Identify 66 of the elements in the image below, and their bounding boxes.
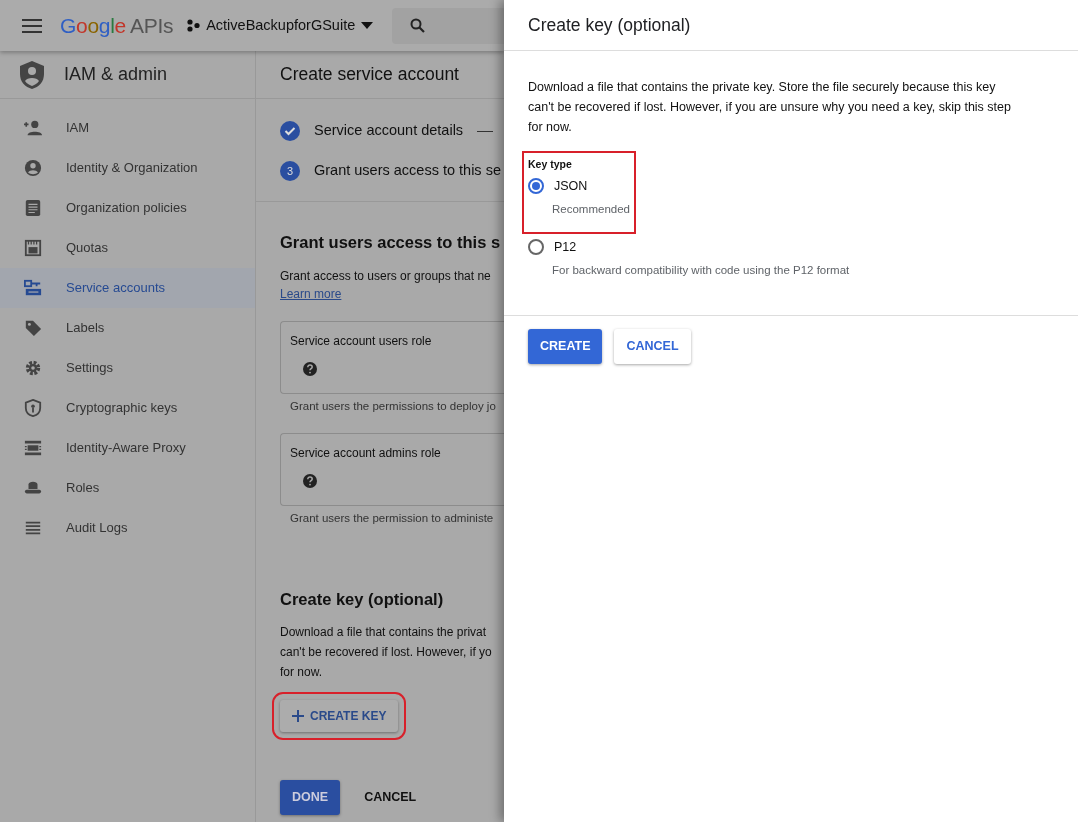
shield-key-icon [24,399,42,417]
radio-button[interactable] [528,178,544,195]
tag-icon [24,319,42,337]
account-circle-icon [24,159,42,177]
gauge-box-icon [24,239,42,257]
sidebar-item[interactable]: Service accounts [0,268,255,308]
field-label: Service account users role [290,332,433,350]
help-icon[interactable] [303,361,317,376]
description-line: Download a file that contains the privat [280,625,487,639]
cancel-button[interactable]: CANCEL [614,328,691,364]
caret-icon [361,22,374,29]
field-hint: Grant users the permission to administe [289,511,495,526]
document-icon [24,199,42,217]
logo-brand-text: Google [60,12,126,39]
role-field[interactable]: Service account admins role [280,433,504,506]
sidebar-item[interactable]: Quotas [0,228,255,268]
radio-option[interactable]: P12 [528,237,1038,257]
description-line: for now. [280,665,323,679]
key-card-icon [24,279,42,297]
field-label: Key type [528,157,573,172]
step-number: 3 [280,161,300,181]
radio-button[interactable] [528,239,544,256]
section-heading: Grant users access to this s [280,232,501,253]
option-hint: Recommended [551,201,630,217]
search-icon [410,18,425,33]
cancel-button[interactable]: CANCEL [364,780,417,815]
check-circle-icon [280,121,300,141]
sidebar-title: IAM & admin [64,63,168,86]
plus-icon [292,710,304,722]
panel-title: Create key (optional) [528,13,691,37]
project-dots-icon [187,19,201,32]
sidebar-item[interactable]: Audit Logs [0,508,255,548]
panel-description: Download a file that contains the private key. Store the file securely because this key can't be recovered if lost. However, if you are unsure why you need a key, skip this step for now. [528,79,1012,136]
sidebar-item[interactable]: Identity & Organization [0,148,255,188]
sidebar-item[interactable]: Cryptographic keys [0,388,255,428]
section-heading: Create key (optional) [280,589,444,611]
project-name: ActiveBackupforGSuite [206,15,356,35]
sidebar-item[interactable]: Labels [0,308,255,348]
step-label: Service account details [314,121,464,141]
sidebar-item[interactable]: Settings [0,348,255,388]
description-line: can't be recovered if lost. However, if yo [280,645,492,659]
menu-icon[interactable] [22,18,42,33]
sidebar-item[interactable]: Roles [0,468,255,508]
logo-product-text: APIs [130,12,174,39]
search-field[interactable] [392,7,504,44]
proxy-icon [24,439,42,457]
list-icon [24,519,42,537]
settings-icon [24,359,42,377]
help-icon[interactable] [303,474,317,488]
page-title: Create service account [280,63,459,87]
radio-option[interactable]: JSON [528,176,630,196]
field-label: Service account admins role [290,445,442,462]
done-button[interactable]: DONE [280,780,341,815]
person-add-icon [24,119,42,137]
sidebar-item[interactable]: Organization policies [0,188,255,228]
option-hint: For backward compatibility with code using the P12 format [551,262,851,278]
create-button[interactable]: CREATE [528,328,603,364]
project-selector[interactable]: ActiveBackupforGSuite [187,14,374,37]
role-field[interactable]: Service account users role [280,320,504,394]
field-hint: Grant users the permissions to deploy jo [289,398,497,414]
shield-person-icon [20,60,44,89]
sidebar-item[interactable]: Identity-Aware Proxy [0,428,255,468]
step-label: Grant users access to this se [314,161,501,181]
section-description: Grant access to users or groups that ne [280,268,491,283]
sidebar-item[interactable]: IAM [0,108,255,148]
learn-more-link[interactable]: Learn more [280,286,342,301]
